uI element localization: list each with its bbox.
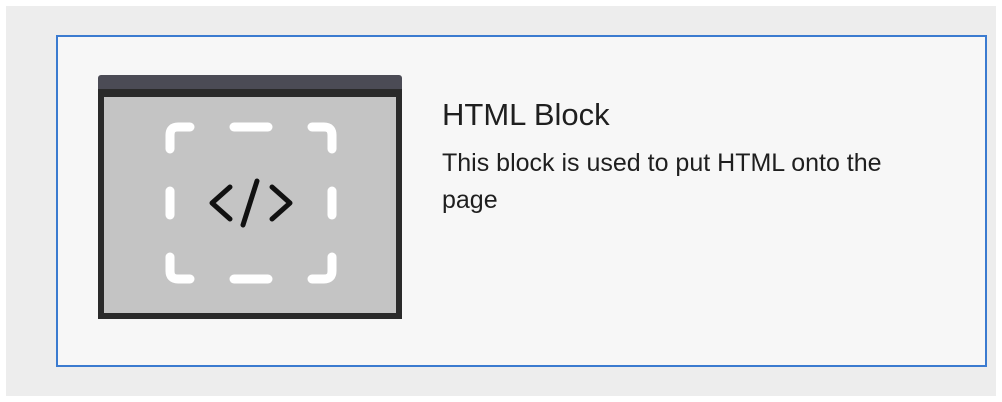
block-description: This block is used to put HTML onto the … xyxy=(442,149,882,214)
html-code-icon xyxy=(98,75,402,319)
content-panel: HTML Block This block is used to put HTM… xyxy=(6,6,996,396)
block-title: HTML Block xyxy=(442,97,610,132)
html-block-card[interactable]: HTML Block This block is used to put HTM… xyxy=(56,35,987,367)
html-block-thumbnail xyxy=(98,75,402,319)
html-block-text: HTML Block This block is used to put HTM… xyxy=(442,97,942,219)
